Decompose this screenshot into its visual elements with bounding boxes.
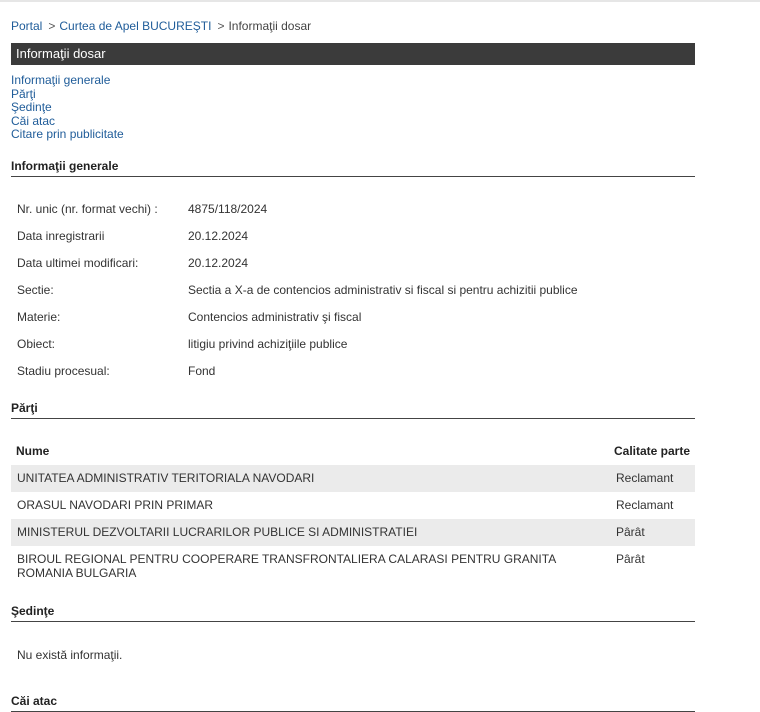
parties-table-header: Nume Calitate parte [11, 444, 695, 464]
section-links: Informaţii generale Părţi Şedinţe Căi at… [11, 73, 124, 142]
section-header-hearings: Şedinţe [11, 604, 695, 622]
info-label: Sectie: [17, 283, 54, 297]
info-label: Data ultimei modificari: [17, 256, 139, 270]
info-value: Fond [188, 364, 216, 378]
info-label: Stadiu procesual: [17, 364, 110, 378]
party-name: MINISTERUL DEZVOLTARII LUCRARILOR PUBLIC… [17, 525, 418, 539]
top-divider [0, 0, 760, 2]
info-value: 20.12.2024 [188, 229, 249, 243]
link-public-summons[interactable]: Citare prin publicitate [11, 127, 124, 142]
breadcrumb-separator: > [217, 19, 225, 33]
link-parties[interactable]: Părţi [11, 87, 36, 101]
section-title: Şedinţe [11, 604, 55, 618]
breadcrumb-current: Informaţii dosar [228, 19, 312, 33]
breadcrumb-portal-link[interactable]: Portal [11, 19, 42, 33]
breadcrumb-court-link[interactable]: Curtea de Apel BUCUREŞTI [59, 19, 211, 33]
info-value: Sectia a X-a de contencios administrativ… [188, 283, 578, 297]
info-value: 20.12.2024 [188, 256, 249, 270]
info-label: Materie: [17, 310, 61, 324]
party-role: Pârât [616, 552, 645, 566]
info-value: 4875/118/2024 [188, 202, 268, 216]
info-value: Contencios administrativ şi fiscal [188, 310, 362, 324]
party-name: BIROUL REGIONAL PENTRU COOPERARE TRANSFR… [17, 552, 556, 580]
party-role: Pârât [616, 525, 645, 539]
party-role: Reclamant [616, 471, 674, 485]
table-row: UNITATEA ADMINISTRATIV TERITORIALA NAVOD… [11, 465, 695, 492]
table-row: ORASUL NAVODARI PRIN PRIMAR Reclamant [11, 492, 695, 519]
section-header-general: Informaţii generale [11, 159, 695, 177]
info-label: Nr. unic (nr. format vechi) : [17, 202, 158, 216]
section-title: Căi atac [11, 694, 58, 708]
hearings-empty-text: Nu există informaţii. [17, 648, 123, 662]
party-name: UNITATEA ADMINISTRATIV TERITORIALA NAVOD… [17, 471, 315, 485]
column-header-role: Calitate parte [614, 444, 691, 458]
info-label: Obiect: [17, 337, 56, 351]
section-title: Părţi [11, 401, 38, 415]
breadcrumb-separator: > [48, 19, 56, 33]
link-appeals[interactable]: Căi atac [11, 114, 55, 128]
page-title: Informaţii dosar [16, 46, 106, 61]
section-header-appeals: Căi atac [11, 694, 695, 712]
table-row: BIROUL REGIONAL PENTRU COOPERARE TRANSFR… [11, 546, 695, 588]
section-title: Informaţii generale [11, 159, 119, 173]
section-header-parties: Părţi [11, 401, 695, 419]
page-title-bar: Informaţii dosar [11, 43, 695, 65]
party-role: Reclamant [616, 498, 674, 512]
info-label: Data inregistrarii [17, 229, 105, 243]
link-hearings[interactable]: Şedinţe [11, 100, 52, 114]
breadcrumb: Portal > Curtea de Apel BUCUREŞTI > Informaţ… [11, 19, 311, 33]
table-row: MINISTERUL DEZVOLTARII LUCRARILOR PUBLIC… [11, 519, 695, 546]
link-general-info[interactable]: Informaţii generale [11, 73, 110, 87]
column-header-name: Nume [16, 444, 50, 458]
info-value: litigiu privind achiziţiile publice [188, 337, 348, 351]
party-name: ORASUL NAVODARI PRIN PRIMAR [17, 498, 214, 512]
